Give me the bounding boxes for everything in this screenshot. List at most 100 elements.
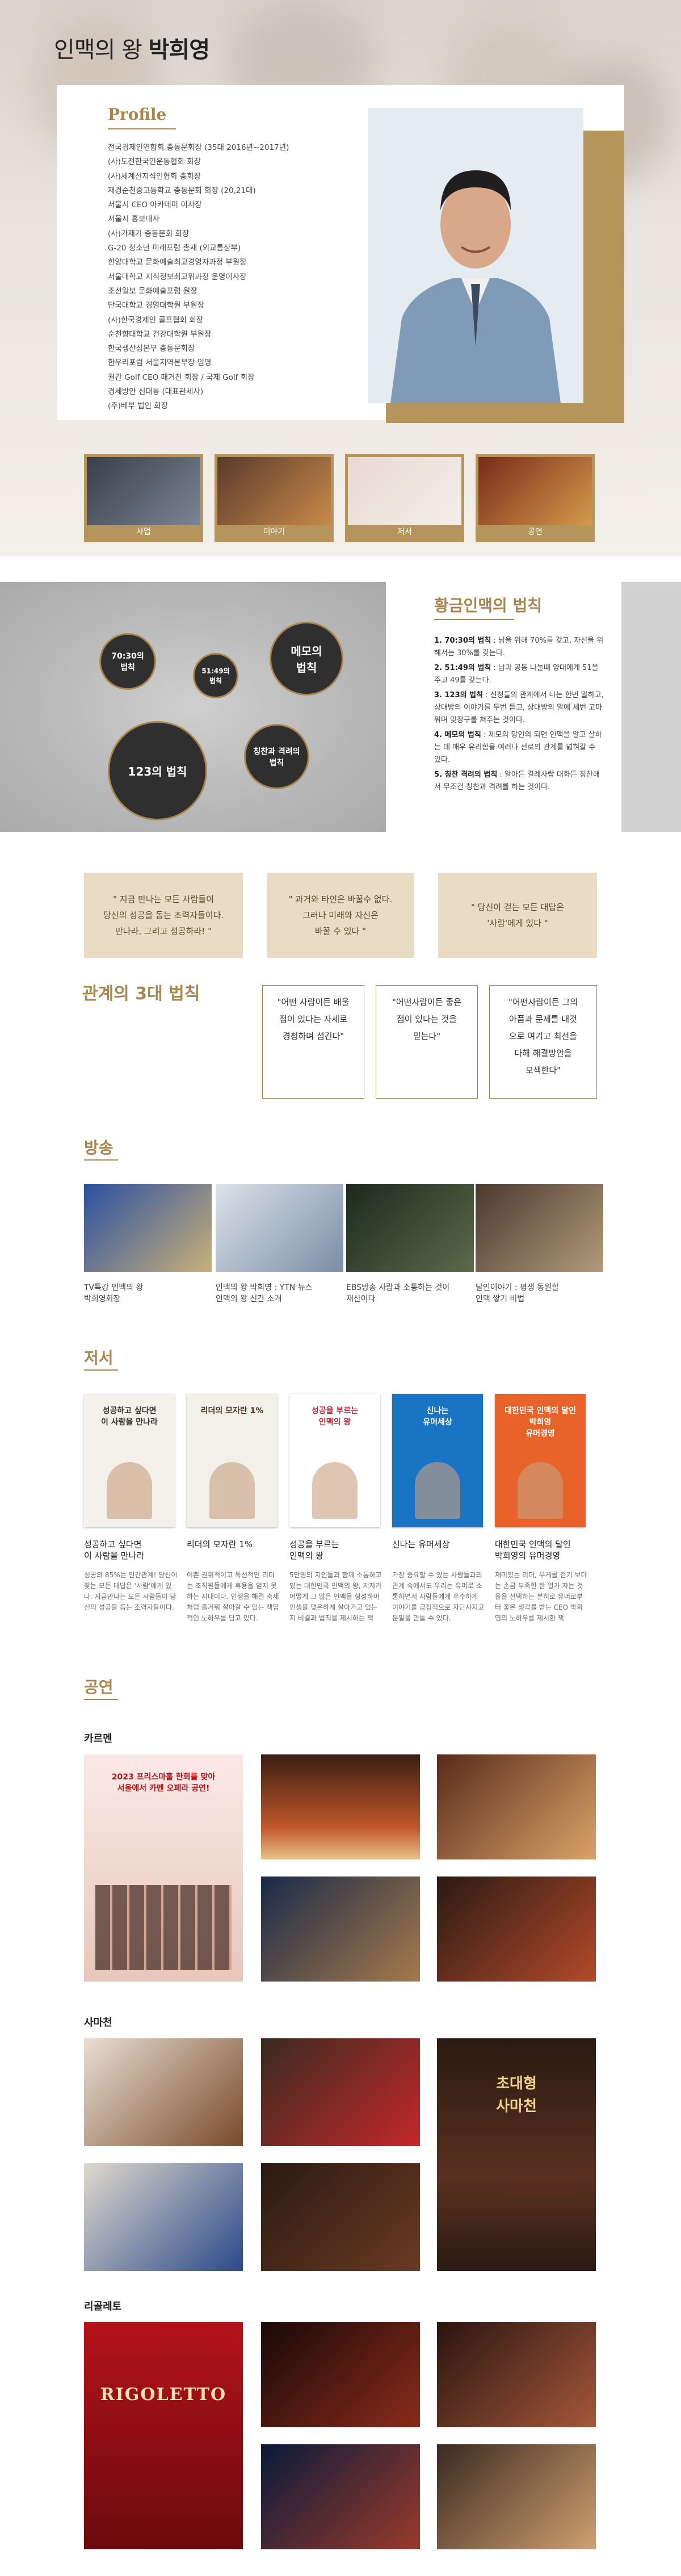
book-title: 대한민국 인맥의 달인 박희영의 유머경영 <box>495 1539 571 1561</box>
profile-item: 경세방안 신대동 (대표관세사) <box>108 387 204 397</box>
rigoletto-photo-4[interactable] <box>437 2444 596 2549</box>
book-title: 성공하고 싶다면 이 사람을 만나라 <box>84 1539 145 1561</box>
three-law-box: "어떤사람이든 그의 아픔과 문제를 내것 으로 여기고 최선을 다해 해결방안… <box>489 985 597 1099</box>
carmen-photo-2[interactable] <box>437 1754 596 1859</box>
law-circle-label: 51:49의 법칙 <box>201 667 230 685</box>
book-cover-photo <box>518 1462 563 1519</box>
quote-box: " 당신이 걷는 모든 대답은 '사람'에게 있다 " <box>438 873 597 958</box>
profile-item: 한양대학교 문화예술최고경영자과정 부원장 <box>108 258 247 267</box>
book-cover-title: 성공을 부르는 인맥의 왕 <box>311 1406 359 1427</box>
profile-item: 한국생산성본부 총동문회장 <box>108 344 195 354</box>
quote-text: " 지금 만나는 모든 사람들이 당신의 성공을 돕는 조력자들이다. 만나라,… <box>103 894 224 936</box>
law-circle-123: 123의 법칙 <box>108 721 207 820</box>
book-cover[interactable]: 신나는 유머세상 <box>392 1394 483 1527</box>
profile-item: 전국경제인연합회 총동문회장 (35대 2016년~2017년) <box>108 143 289 152</box>
profile-item: 단국대학교 경영대학원 부원장 <box>108 301 205 311</box>
thumb-business[interactable]: 사업 <box>84 454 203 542</box>
profile-item: 서울시 홍보대사 <box>108 215 160 224</box>
book-cover[interactable]: 성공을 부르는 인맥의 왕 <box>289 1394 380 1527</box>
broadcast-video-2[interactable] <box>216 1184 343 1272</box>
law-side-image <box>621 582 681 832</box>
three-law-box: "어떤사람이든 좋은 점이 있다는 것을 믿는다" <box>376 985 478 1099</box>
carmen-poster[interactable]: 2023 프리스마홀 한회를 맞아 서울에서 카멘 오페라 공연! <box>84 1754 243 1982</box>
carmen-photo-4[interactable] <box>437 1876 596 1982</box>
rigoletto-photo-2[interactable] <box>437 2322 596 2427</box>
poster-text: RIGOLETTO <box>100 2385 227 2405</box>
book-cover[interactable]: 리더의 모자란 1% <box>187 1394 278 1527</box>
thumb-books[interactable]: 저서 <box>345 454 464 542</box>
profile-heading: Profile <box>108 105 167 124</box>
divider <box>84 1699 118 1700</box>
profile-item: (사)도전한국인운동협회 회장 <box>108 157 201 167</box>
broadcast-caption: TV특강 인맥의 왕 박희영회장 <box>84 1282 212 1305</box>
profile-thumbnails: 사업 이야기 저서 공연 <box>84 454 595 545</box>
rigoletto-photo-1[interactable] <box>261 2322 420 2427</box>
law-item-name: 1. 70:30의 법칙 <box>434 636 491 645</box>
carmen-photo-1[interactable] <box>261 1754 420 1859</box>
profile-item: 월간 Golf CEO 매거진 회장 / 국제 Golf 회장 <box>108 372 255 382</box>
law-item-name: 4. 메모의 법칙 <box>434 731 481 739</box>
divider <box>84 1369 118 1371</box>
simacheon-photo-3[interactable] <box>84 2163 243 2271</box>
law-circle-label: 70:30의 법칙 <box>111 652 144 672</box>
profile-item: 서울대학교 지식정보최고위과정 운영이사장 <box>108 272 247 282</box>
rigoletto-poster[interactable]: RIGOLETTO <box>84 2322 243 2549</box>
law-item: 4. 메모의 법칙 : 제모의 당인의 되면 인맥을 알고 살하는 데 매우 유… <box>434 729 604 766</box>
law-item-name: 2. 51:49의 법칙 <box>434 664 491 672</box>
divider <box>108 128 176 129</box>
broadcast-video-1[interactable] <box>84 1184 212 1272</box>
law-item: 1. 70:30의 법칙 : 남을 위해 70%를 갖고, 자신을 위해서는 3… <box>434 635 604 660</box>
simacheon-photo-2[interactable] <box>261 2038 420 2146</box>
poster-text: 2023 프리스마홀 한회를 맞아 서울에서 카멘 오페라 공연! <box>111 1773 216 1793</box>
broadcast-caption: 인맥의 왕 박희영 : YTN 뉴스 인맥의 왕 신간 소개 <box>216 1282 343 1305</box>
profile-item: 조선일보 문화예술포럼 원장 <box>108 286 197 296</box>
law-item: 2. 51:49의 법칙 : 남과 공동 나눌때 양대에게 51을 주고 49를… <box>434 662 604 687</box>
law-item: 5. 칭찬 격려의 법칙 : 알아든 결례사람 대화든 칭찬해서 무조건 칭찬과… <box>434 769 604 794</box>
rigoletto-photo-3[interactable] <box>261 2444 420 2549</box>
divider <box>434 619 514 620</box>
book-description: 재미있는 리더, 무게를 걷기 보다는 손금 부족한 한 얼가 자는 것을을 선… <box>495 1571 587 1622</box>
simacheon-photo-1[interactable] <box>84 2038 243 2146</box>
book-cover[interactable]: 대한민국 인맥의 달인 박희영 유머경영 <box>495 1394 586 1527</box>
page-title: 인맥의 왕 박희영 <box>54 37 210 63</box>
book-cover[interactable]: 성공하고 싶다면 이 사람을 만나라 <box>84 1394 175 1527</box>
book-cover-title: 대한민국 인맥의 달인 박희영 유머경영 <box>505 1406 576 1438</box>
quote-box: " 과거와 타인은 바꿀수 없다. 그러나 미래와 자신은 바꿀 수 있다 " <box>267 873 414 958</box>
simacheon-photo-4[interactable] <box>261 2163 420 2271</box>
broadcast-heading: 방송 <box>84 1138 114 1157</box>
thumb-caption: 사업 <box>136 527 151 537</box>
thumb-caption: 저서 <box>397 527 412 537</box>
profile-list: 전국경제인연합회 총동문회장 (35대 2016년~2017년) (사)도전한국인… <box>108 141 346 414</box>
law-circle-70-30: 70:30의 법칙 <box>99 633 156 690</box>
law-circle-51-49: 51:49의 법칙 <box>193 653 238 698</box>
book-title: 성공을 부르는 인맥의 왕 <box>289 1539 339 1561</box>
profile-item: 순천향대학교 건강대학원 부원장 <box>108 329 212 339</box>
law-circle-memo: 메모의 법칙 <box>270 622 343 696</box>
simacheon-poster[interactable]: 초대형 사마천 <box>437 2038 596 2271</box>
book-title: 리더의 모자란 1% <box>187 1539 253 1549</box>
quote-text: " 당신이 걷는 모든 대답은 '사람'에게 있다 " <box>471 902 564 928</box>
thumb-story[interactable]: 이야기 <box>215 454 334 542</box>
law-item: 3. 123의 법칙 : 신청들의 관계에서 나는 한번 말하고, 상대방의 이… <box>434 689 604 727</box>
book-title: 신나는 유머세상 <box>392 1539 450 1549</box>
profile-item: (주)베부 법인 회장 <box>108 401 169 411</box>
profile-item: (사)한국경제인 골프협회 회장 <box>108 315 204 325</box>
broadcast-video-3[interactable] <box>346 1184 474 1272</box>
books-heading: 저서 <box>84 1348 114 1367</box>
profile-item: 재경순천중고등학교 총동문회 회장 (20,21대) <box>108 186 256 195</box>
performance-group-title-rigoletto: 리골레토 <box>84 2301 122 2313</box>
broadcast-caption-text: EBS방송 사람과 소통하는 것이 재산이다 <box>346 1283 450 1304</box>
law-list: 1. 70:30의 법칙 : 남을 위해 70%를 갖고, 자신을 위해서는 3… <box>434 635 604 796</box>
profile-item: 한우리포럼 서울지역본부장 임명 <box>108 358 212 368</box>
thumb-caption: 이야기 <box>263 527 285 537</box>
law-item-name: 3. 123의 법칙 <box>434 691 484 700</box>
three-law-box: "어떤 사람이든 배울 점이 있다는 자세로 경청하며 섬긴다" <box>262 985 364 1099</box>
performance-group-title-carmen: 카르멘 <box>84 1733 112 1745</box>
thumb-performance[interactable]: 공연 <box>476 454 595 542</box>
carmen-photo-3[interactable] <box>261 1876 420 1982</box>
book-cover-photo <box>209 1462 255 1519</box>
broadcast-video-4[interactable] <box>476 1184 603 1272</box>
book-cover-photo <box>107 1462 152 1519</box>
book-cover-title: 리더의 모자란 1% <box>200 1406 264 1415</box>
three-law-text: "어떤사람이든 그의 아픔과 문제를 내것 으로 여기고 최선을 다해 해결방안… <box>508 997 578 1075</box>
